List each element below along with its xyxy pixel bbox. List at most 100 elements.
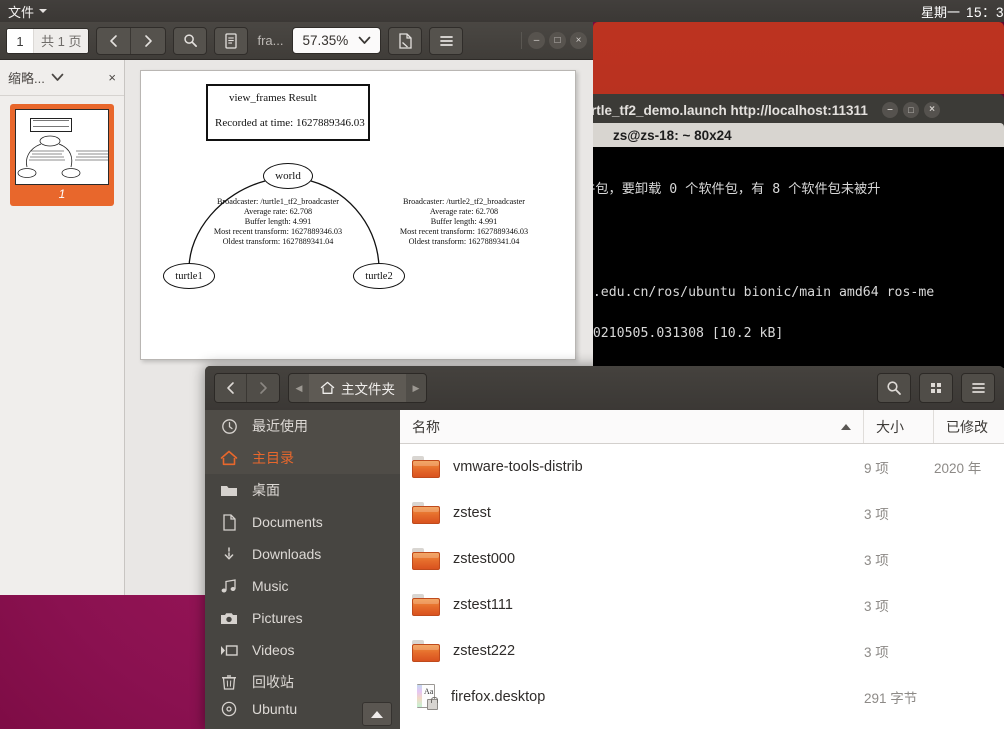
close-button[interactable]: × (924, 102, 940, 118)
table-row[interactable]: zstest 3 项 (400, 490, 1004, 536)
close-button[interactable]: × (570, 32, 587, 49)
terminal-line: hua.edu.cn/ros/ubuntu bionic/main amd64 … (585, 284, 935, 300)
close-sidebar-button[interactable]: × (108, 70, 116, 85)
pdf-node-world: world (263, 163, 313, 189)
annotations-button[interactable] (214, 26, 249, 55)
maximize-button[interactable]: □ (903, 102, 919, 118)
page-current[interactable]: 1 (7, 28, 33, 53)
pdf-sidebar-title: 缩略... (8, 71, 45, 86)
terminal-tab[interactable]: zs@zs-18: ~ 80x24 (585, 123, 1004, 147)
terminal-output: 软件包，要卸载 0 个软件包，有 8 个软件包未被升 ]。 hua.edu.cn… (585, 147, 1004, 368)
table-row[interactable]: vmware-tools-distrib 9 项 2020 年 (400, 444, 1004, 490)
page-fit-button[interactable] (388, 26, 423, 55)
file-size-cell: 9 项 (864, 461, 889, 476)
terminal-line: ]。 (585, 241, 1004, 262)
file-list-area[interactable]: 名称 大小 已修改 vmware-tools-distrib 9 项 2020 … (400, 410, 1004, 729)
breadcrumb-scroll-left[interactable]: ◀ (289, 374, 309, 402)
sidebar-item-label: 主目录 (252, 450, 294, 466)
maximize-button[interactable]: □ (549, 32, 566, 49)
edge-line: Broadcaster: /turtle1_tf2_broadcaster (216, 197, 340, 206)
file-name-cell[interactable]: zstest222 (400, 640, 864, 662)
page-nav-group[interactable] (96, 26, 167, 55)
file-manager-window[interactable]: ◀ 主文件夹 ▶ 最近使用 主目录 桌面 Documents Downloads… (205, 366, 1004, 729)
terminal-back-window-controls[interactable]: – □ × (882, 102, 940, 118)
sidebar-scroll-up-button[interactable] (362, 702, 392, 726)
sidebar-item-desktop[interactable]: 桌面 (205, 474, 400, 506)
edge-line: Oldest transform: 1627889341.04 (222, 237, 334, 246)
search-button[interactable] (877, 373, 911, 403)
column-header-size[interactable]: 大小 (864, 410, 934, 443)
terminal-back-titlebar[interactable]: rtle_tf2_demo.launch http://localhost:11… (585, 94, 1004, 126)
file-manager-sidebar[interactable]: 最近使用 主目录 桌面 Documents Downloads Music Pi… (205, 410, 400, 729)
terminal-back-title: rtle_tf2_demo.launch http://localhost:11… (591, 102, 868, 118)
file-size-cell: 3 项 (864, 507, 889, 522)
text-file-icon: Aa (414, 684, 438, 710)
pdf-window-controls[interactable]: – □ × (521, 32, 587, 49)
breadcrumb-scroll-right[interactable]: ▶ (406, 374, 426, 402)
column-header-name[interactable]: 名称 (400, 410, 864, 443)
minimize-button[interactable]: – (882, 102, 898, 118)
video-icon (219, 644, 239, 657)
chevron-right-icon (259, 382, 267, 394)
app-menu[interactable]: 文件 (0, 2, 48, 21)
folder-icon (412, 502, 440, 524)
edge-line: Most recent transform: 1627889346.03 (399, 227, 529, 236)
file-name-label: zstest (453, 505, 491, 521)
sidebar-item-downloads[interactable]: Downloads (205, 538, 400, 570)
terminal-window-front[interactable]: zs@zs-18: ~ 80x24 软件包，要卸载 0 个软件包，有 8 个软件… (585, 123, 1004, 368)
sidebar-item-videos[interactable]: Videos (205, 634, 400, 666)
hamburger-menu-icon (971, 383, 985, 393)
breadcrumb[interactable]: ◀ 主文件夹 ▶ (288, 373, 427, 403)
notes-icon (225, 32, 238, 49)
file-name-cell[interactable]: zstest000 (400, 548, 864, 570)
sidebar-item-trash[interactable]: 回收站 (205, 666, 400, 698)
back-button[interactable] (215, 374, 247, 402)
table-row[interactable]: zstest000 3 项 (400, 536, 1004, 582)
file-manager-menu-button[interactable] (961, 373, 995, 403)
file-name-cell[interactable]: vmware-tools-distrib (400, 456, 864, 478)
table-row[interactable]: Aa firefox.desktop 291 字节 (400, 674, 1004, 720)
background-red-window[interactable] (593, 22, 1004, 94)
column-header-modified[interactable]: 已修改 (934, 410, 1004, 443)
pdf-menu-button[interactable] (429, 26, 464, 55)
previous-page-button[interactable] (97, 27, 132, 54)
file-name-cell[interactable]: zstest (400, 502, 864, 524)
breadcrumb-item-home[interactable]: 主文件夹 (309, 374, 406, 402)
chevron-down-icon (358, 36, 371, 44)
sidebar-item-label: 回收站 (252, 674, 294, 690)
table-row[interactable]: zstest111 3 项 (400, 582, 1004, 628)
file-modified-cell: 2020 年 (934, 461, 982, 476)
forward-button[interactable] (247, 374, 279, 402)
sidebar-item-label: Videos (252, 642, 295, 658)
grid-view-icon (931, 383, 941, 393)
edge-line: Buffer length: 4.991 (244, 217, 312, 226)
page-number-input[interactable]: 1 共 1 页 (6, 27, 90, 54)
sidebar-item-recent[interactable]: 最近使用 (205, 410, 400, 442)
search-button[interactable] (173, 26, 208, 55)
sidebar-item-documents[interactable]: Documents (205, 506, 400, 538)
next-page-button[interactable] (131, 28, 165, 54)
sidebar-item-pictures[interactable]: Pictures (205, 602, 400, 634)
file-name-label: zstest222 (453, 643, 516, 659)
file-name-cell[interactable]: Aa firefox.desktop (400, 684, 864, 710)
sidebar-item-label: Downloads (252, 546, 322, 562)
pdf-thumbnail-pane[interactable]: 缩略... × 1 (0, 60, 125, 595)
zoom-select[interactable]: 57.35% (292, 27, 382, 54)
view-toggle-button[interactable] (919, 373, 953, 403)
minimize-button[interactable]: – (528, 32, 545, 49)
file-name-cell[interactable]: zstest111 (400, 594, 864, 616)
table-row[interactable]: zstest222 3 项 (400, 628, 1004, 674)
panel-indicators[interactable]: 星期一 15：3 (921, 1, 1004, 21)
sidebar-item-label: Music (252, 578, 289, 594)
chevron-down-icon[interactable] (51, 73, 64, 82)
navigation-buttons[interactable] (214, 373, 280, 403)
file-name-label: vmware-tools-distrib (453, 459, 583, 475)
sidebar-item-home[interactable]: 主目录 (205, 442, 400, 474)
screen: rtle_tf2_demo.launch http://localhost:11… (0, 0, 1004, 729)
pdf-thumbnail-item[interactable]: 1 (10, 104, 114, 206)
edge-line: Buffer length: 4.991 (430, 217, 498, 226)
pdf-sidebar-header: 缩略... × (0, 60, 124, 96)
music-icon (219, 578, 239, 594)
sidebar-item-label: Documents (252, 514, 323, 530)
sidebar-item-music[interactable]: Music (205, 570, 400, 602)
